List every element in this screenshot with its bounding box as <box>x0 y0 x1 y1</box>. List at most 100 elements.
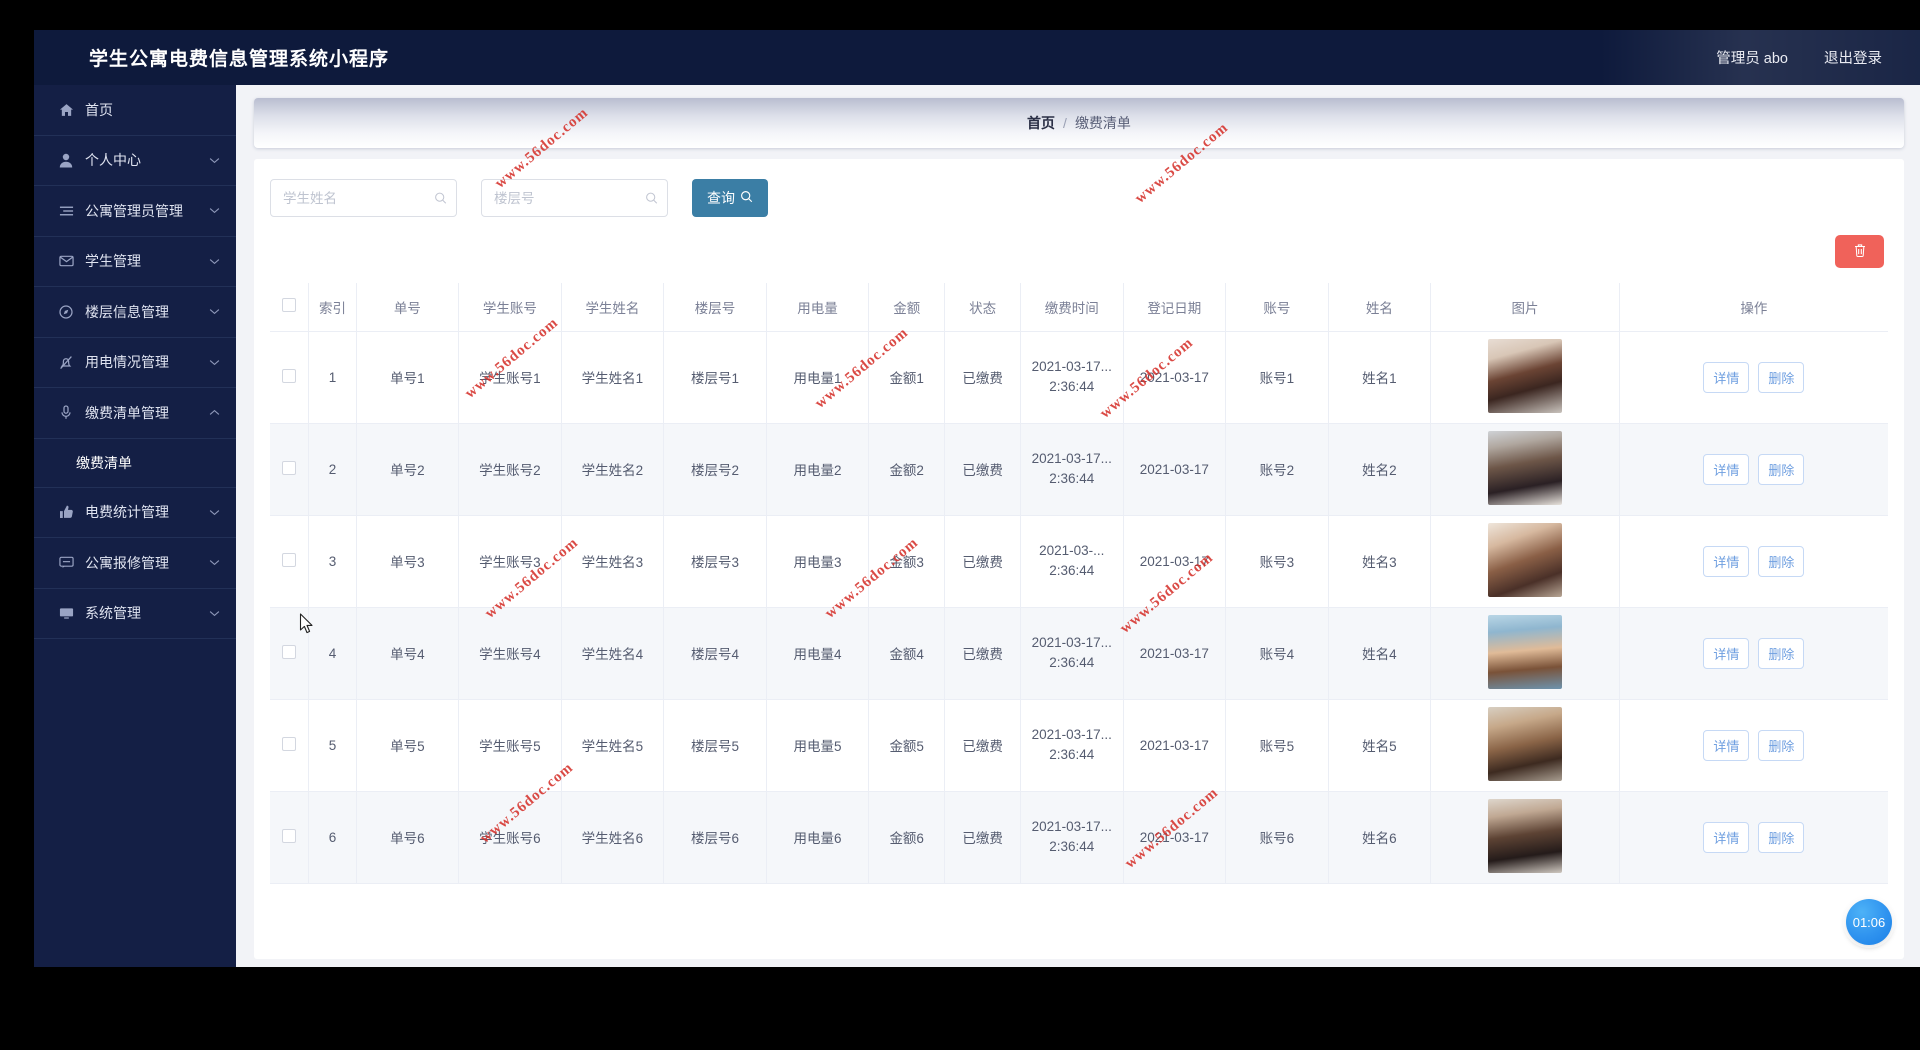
cell-order-no: 单号3 <box>356 515 460 608</box>
cell-name: 姓名6 <box>1328 791 1432 884</box>
thumbs-up-icon <box>56 503 76 521</box>
row-thumbnail-image[interactable] <box>1487 522 1562 597</box>
row-select-cell <box>270 607 310 700</box>
table-row[interactable]: 5 单号5 学生账号5 学生姓名5 楼层号5 用电量5 金额5 已缴费 2021-03-17..… <box>270 699 1888 792</box>
table-row[interactable]: 3 单号3 学生账号3 学生姓名3 楼层号3 用电量3 金额3 已缴费 2021-03-... 2… <box>270 515 1888 608</box>
delete-button[interactable]: 删除 <box>1758 361 1805 393</box>
sidebar-navigation[interactable]: 首页 个人中心 公寓管理员管理 学生管理 楼层信息管理 用电情况管理 缴费清单管理 缴费清单电… <box>34 85 236 967</box>
cell-pay-time: 2021-03-17... 2:36:44 <box>1020 331 1124 424</box>
detail-button[interactable]: 详情 <box>1703 821 1750 853</box>
cell-index: 2 <box>308 423 357 516</box>
breadcrumb-home[interactable]: 首页 <box>1027 113 1055 133</box>
cell-usage: 用电量4 <box>766 607 870 700</box>
cell-reg-date: 2021-03-17 <box>1123 699 1227 792</box>
cell-order-no: 单号6 <box>356 791 460 884</box>
table-row[interactable]: 6 单号6 学生账号6 学生姓名6 楼层号6 用电量6 金额6 已缴费 2021-03-17..… <box>270 791 1888 884</box>
cell-student-name: 学生姓名1 <box>561 331 665 424</box>
floor-no-input[interactable] <box>482 180 667 216</box>
cell-index: 5 <box>308 699 357 792</box>
sidebar-subitem-payment-list[interactable]: 缴费清单 <box>34 439 236 488</box>
sidebar-item-8[interactable]: 公寓报修管理 <box>34 538 236 589</box>
sidebar-item-1[interactable]: 个人中心 <box>34 136 236 186</box>
logout-button[interactable]: 退出登录 <box>1824 47 1882 68</box>
column-header-6: 金额 <box>868 283 946 332</box>
column-header-11: 姓名 <box>1328 283 1432 332</box>
sidebar-item-7[interactable]: 电费统计管理 <box>34 488 236 538</box>
query-button[interactable]: 查询 <box>692 179 768 217</box>
cell-amount: 金额6 <box>868 791 946 884</box>
pay-time-clock: 2:36:44 <box>1049 839 1095 854</box>
detail-button[interactable]: 详情 <box>1703 729 1750 761</box>
select-all-checkbox[interactable] <box>282 298 297 313</box>
cell-account: 账号1 <box>1225 331 1329 424</box>
table-row[interactable]: 1 单号1 学生账号1 学生姓名1 楼层号1 用电量1 金额1 已缴费 2021-03-17..… <box>270 331 1888 424</box>
floor-no-field[interactable] <box>481 179 668 217</box>
cell-status: 已缴费 <box>944 699 1022 792</box>
cell-student-account: 学生账号5 <box>458 699 562 792</box>
row-checkbox[interactable] <box>282 460 297 475</box>
row-thumbnail-image[interactable] <box>1487 338 1562 413</box>
detail-button[interactable]: 详情 <box>1703 545 1750 577</box>
bulk-delete-button[interactable] <box>1835 235 1884 268</box>
sidebar-item-6[interactable]: 缴费清单管理 <box>34 388 236 439</box>
cell-account: 账号6 <box>1225 791 1329 884</box>
timer-badge[interactable]: 01:06 <box>1846 899 1892 945</box>
pay-time-date: 2021-03-17... <box>1031 726 1112 742</box>
delete-button[interactable]: 删除 <box>1758 453 1805 485</box>
sidebar-item-2[interactable]: 公寓管理员管理 <box>34 186 236 237</box>
student-name-input[interactable] <box>271 180 456 216</box>
table-row[interactable]: 2 单号2 学生账号2 学生姓名2 楼层号2 用电量2 金额2 已缴费 2021-03-17..… <box>270 423 1888 516</box>
bell-slash-icon <box>56 353 76 371</box>
delete-button[interactable]: 删除 <box>1758 729 1805 761</box>
row-action-group: 详情 删除 <box>1622 361 1886 393</box>
delete-button[interactable]: 删除 <box>1758 637 1805 669</box>
row-select-cell <box>270 699 310 792</box>
row-checkbox[interactable] <box>282 828 297 843</box>
sidebar-item-3[interactable]: 学生管理 <box>34 237 236 287</box>
query-button-label: 查询 <box>707 190 735 206</box>
cell-usage: 用电量5 <box>766 699 870 792</box>
student-name-field[interactable] <box>270 179 457 217</box>
sidebar-item-4[interactable]: 楼层信息管理 <box>34 287 236 338</box>
row-checkbox[interactable] <box>282 368 297 383</box>
row-thumbnail-image[interactable] <box>1487 430 1562 505</box>
cell-account: 账号2 <box>1225 423 1329 516</box>
cell-actions: 详情 删除 <box>1619 791 1888 884</box>
row-thumbnail-image[interactable] <box>1487 706 1562 781</box>
sidebar-item-5[interactable]: 用电情况管理 <box>34 338 236 388</box>
delete-button[interactable]: 删除 <box>1758 821 1805 853</box>
pay-time-clock: 2:36:44 <box>1049 379 1095 394</box>
cell-student-name: 学生姓名6 <box>561 791 665 884</box>
sidebar-item-9[interactable]: 系统管理 <box>34 589 236 639</box>
row-checkbox[interactable] <box>282 552 297 567</box>
row-thumbnail-image[interactable] <box>1487 614 1562 689</box>
content-card: 查询 <box>254 159 1904 959</box>
row-checkbox[interactable] <box>282 736 297 751</box>
cell-photo <box>1430 331 1620 424</box>
detail-button[interactable]: 详情 <box>1703 637 1750 669</box>
column-header-8: 缴费时间 <box>1020 283 1124 332</box>
detail-button[interactable]: 详情 <box>1703 453 1750 485</box>
cell-name: 姓名1 <box>1328 331 1432 424</box>
payment-list-table: 索引 单号 学生账号 学生姓名 楼层号 用电量 金额 状态 缴费时间 登记日期 账号 姓名 图片 操作 1… <box>270 283 1888 884</box>
search-icon <box>740 190 753 206</box>
cell-index: 3 <box>308 515 357 608</box>
cell-photo <box>1430 515 1620 608</box>
cell-amount: 金额5 <box>868 699 946 792</box>
current-user-label: 管理员 abo <box>1716 51 1788 67</box>
chevron-down-icon <box>209 308 220 315</box>
delete-button[interactable]: 删除 <box>1758 545 1805 577</box>
row-thumbnail-image[interactable] <box>1487 798 1562 873</box>
row-action-group: 详情 删除 <box>1622 637 1886 669</box>
cell-floor-no: 楼层号1 <box>663 331 767 424</box>
cell-status: 已缴费 <box>944 423 1022 516</box>
pay-time-clock: 2:36:44 <box>1049 655 1095 670</box>
detail-button[interactable]: 详情 <box>1703 361 1750 393</box>
cell-floor-no: 楼层号6 <box>663 791 767 884</box>
chevron-down-icon <box>209 258 220 265</box>
cell-actions: 详情 删除 <box>1619 331 1888 424</box>
sidebar-item-0[interactable]: 首页 <box>34 85 236 136</box>
table-row[interactable]: 4 单号4 学生账号4 学生姓名4 楼层号4 用电量4 金额4 已缴费 2021-03-17..… <box>270 607 1888 700</box>
row-checkbox[interactable] <box>282 644 297 659</box>
cell-name: 姓名3 <box>1328 515 1432 608</box>
